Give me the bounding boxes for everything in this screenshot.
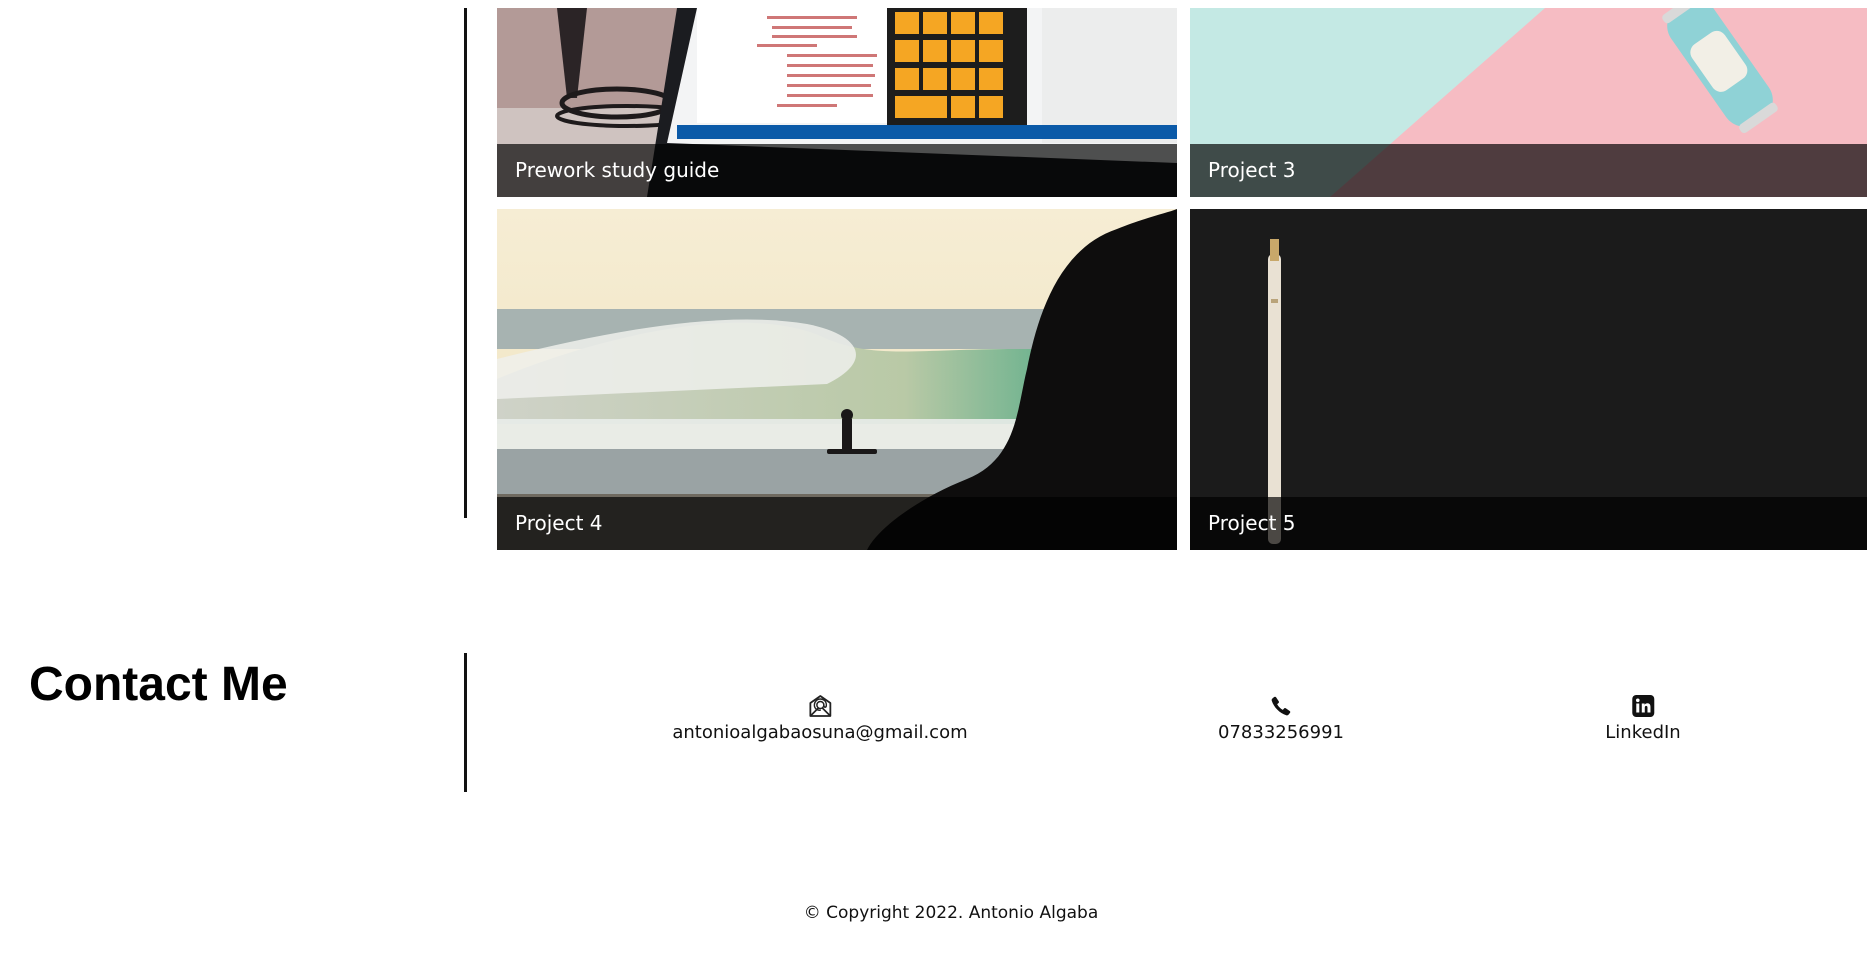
portfolio-page: Prework study guide Project 3 Project 4 … (0, 0, 1867, 968)
phone-link[interactable]: 07833256991 (1218, 693, 1344, 743)
contact-heading: Contact Me (29, 658, 288, 711)
phone-number: 07833256991 (1218, 722, 1344, 743)
project-card-4[interactable]: Project 4 (497, 209, 1177, 550)
project-card-3[interactable]: Project 3 (1190, 8, 1867, 197)
project-title: Prework study guide (497, 144, 1177, 197)
project-title: Project 5 (1190, 497, 1867, 550)
linkedin-icon (1630, 693, 1656, 719)
section-divider (464, 8, 467, 518)
project-title: Project 4 (497, 497, 1177, 550)
contact-divider (464, 653, 467, 792)
email-link[interactable]: antonioalgabaosuna@gmail.com (672, 693, 968, 743)
envelope-at-icon (807, 693, 833, 719)
phone-icon (1268, 693, 1294, 719)
copyright-footer: © Copyright 2022. Antonio Algaba (803, 903, 1099, 923)
project-card-prework[interactable]: Prework study guide (497, 8, 1177, 197)
project-title: Project 3 (1190, 144, 1867, 197)
email-address: antonioalgabaosuna@gmail.com (672, 722, 968, 743)
linkedin-link[interactable]: LinkedIn (1605, 693, 1681, 743)
project-card-5[interactable]: Project 5 (1190, 209, 1867, 550)
linkedin-label: LinkedIn (1605, 722, 1681, 743)
